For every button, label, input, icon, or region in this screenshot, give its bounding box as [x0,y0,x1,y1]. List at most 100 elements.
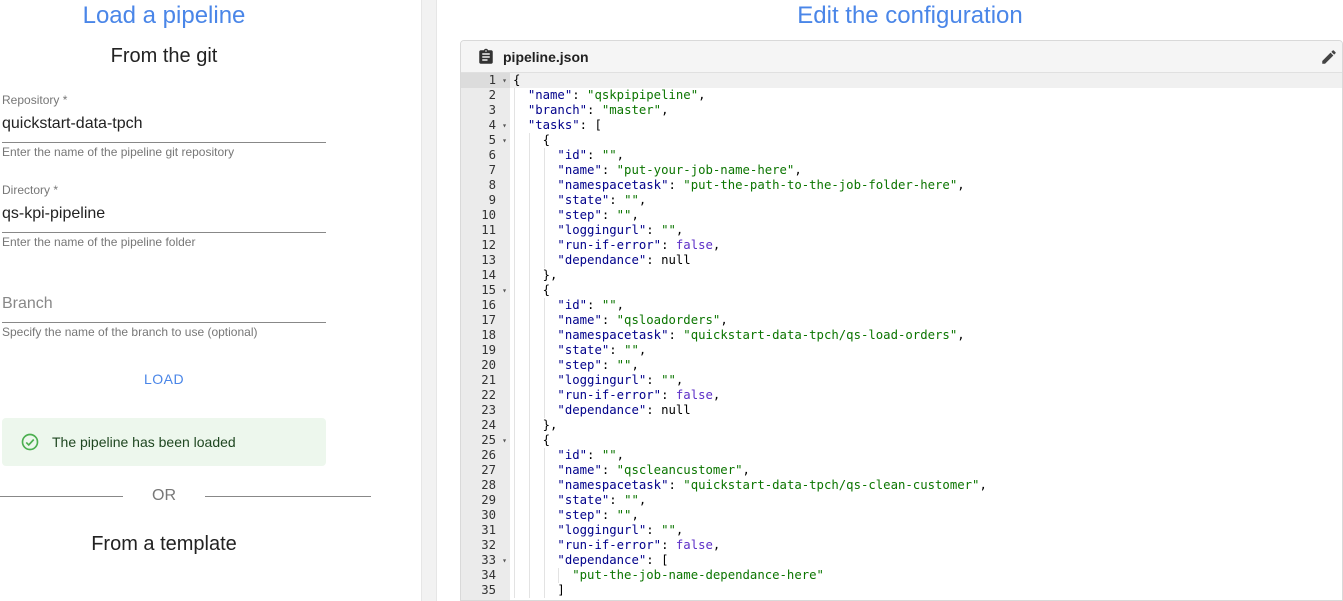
code-line: "loggingurl": "", [557,373,684,387]
code-line: "tasks": [ [527,118,602,132]
indent-guide [543,448,545,598]
line-number: 33 ▾ [481,553,507,568]
directory-input[interactable]: qs-kpi-pipeline [2,205,326,233]
code-line: }, [542,268,558,282]
line-number: 26 [481,448,496,462]
code-line: { [542,133,551,147]
line-number: 24 [481,418,496,432]
fold-toggle-icon[interactable]: ▾ [502,133,507,148]
code-line: "run-if-error": false, [557,238,721,252]
code-line: "id": "", [557,148,625,162]
line-number: 16 [481,298,496,312]
fold-toggle-icon[interactable]: ▾ [502,73,507,88]
repository-label: Repository * [2,93,68,107]
code-line: "name": "qscleancustomer", [557,463,750,477]
clipboard-icon [479,48,493,64]
line-number: 34 [481,568,496,582]
line-number: 9 [488,193,496,207]
code-line: "step": "", [557,358,639,372]
code-line: { [510,73,1342,88]
from-git-title: From the git [110,45,218,67]
code-line: "dependance": null [557,253,691,267]
code-line: "namespacetask": "put-the-path-to-the-jo… [557,178,965,192]
branch-input[interactable]: Branch [2,295,326,323]
line-number: 21 [481,373,496,387]
line-number: 27 [481,463,496,477]
edit-pencil-icon[interactable] [1320,48,1338,66]
directory-helper: Enter the name of the pipeline folder [2,235,196,249]
json-editor: pipeline.json 1 ▾ 2 3 4 ▾ 5 ▾ 6 7 8 9 10 11 12 13 14 15 ▾ 1… [460,40,1343,601]
code-line: "id": "", [557,448,625,462]
directory-label: Directory * [2,183,59,197]
code-line: "name": "put-your-job-name-here", [557,163,802,177]
code-line: ] [557,583,565,597]
indent-guide [514,88,515,598]
line-number: 20 [481,358,496,372]
line-number: 3 [488,103,496,117]
line-number: 31 [481,523,496,537]
fold-toggle-icon[interactable]: ▾ [502,118,507,133]
line-number: 35 [481,583,496,597]
indent-guide [558,568,560,583]
panel-splitter[interactable] [421,0,437,601]
line-number-gutter: 1 ▾ 2 3 4 ▾ 5 ▾ 6 7 8 9 10 11 12 13 14 15 ▾ 16 17 18 19 20 21 22 2… [461,73,510,600]
line-number: 17 [481,313,496,327]
line-number: 19 [481,343,496,357]
indent-guide [528,133,530,598]
indent-guide [543,148,545,268]
code-line: { [542,283,551,297]
code-line: "namespacetask": "quickstart-data-tpch/q… [557,478,987,492]
success-alert: The pipeline has been loaded [2,418,326,466]
divider-right [205,496,371,497]
load-pipeline-panel: Load a pipeline From the git Repository … [0,0,400,601]
line-number: 29 [481,493,496,507]
edit-config-title: Edit the configuration [797,2,1023,29]
editor-header: pipeline.json [461,41,1342,73]
fold-toggle-icon[interactable]: ▾ [502,433,507,448]
code-line: "put-the-job-name-dependance-here" [572,568,824,582]
code-line: "loggingurl": "", [557,223,684,237]
line-number: 32 [481,538,496,552]
code-line: "run-if-error": false, [557,538,721,552]
code-line: "branch": "master", [527,103,669,117]
line-number: 23 [481,403,496,417]
load-pipeline-title: Load a pipeline [82,2,246,29]
line-number: 7 [488,163,496,177]
code-line: { [542,433,551,447]
code-line: "state": "", [557,493,647,507]
indent-guide [543,298,545,418]
line-number: 25 ▾ [481,433,507,448]
line-number: 30 [481,508,496,522]
code-line: "run-if-error": false, [557,388,721,402]
code-line: "dependance": null [557,403,691,417]
fold-toggle-icon[interactable]: ▾ [502,283,507,298]
fold-toggle-icon[interactable]: ▾ [502,553,507,568]
code-line: "name": "qskpipipeline", [527,88,706,102]
code-line: "state": "", [557,193,647,207]
line-number: 5 ▾ [488,133,507,148]
line-number: 10 [481,208,496,222]
code-line: "id": "", [557,298,625,312]
code-area[interactable]: 1 ▾ 2 3 4 ▾ 5 ▾ 6 7 8 9 10 11 12 13 14 15 ▾ 16 17 18 19 20 21 22 2… [461,73,1342,600]
from-template-title: From a template [91,533,237,555]
line-number: 4 ▾ [488,118,507,133]
code-lines[interactable]: { "name": "qskpipipeline", "branch": "ma… [510,73,1342,600]
line-number: 12 [481,238,496,252]
repository-helper: Enter the name of the pipeline git repos… [2,145,235,159]
code-line: "loggingurl": "", [557,523,684,537]
check-circle-icon [21,433,39,451]
line-number: 11 [481,223,496,237]
line-number: 6 [488,148,496,162]
line-number: 8 [488,178,496,192]
load-button[interactable]: LOAD [120,371,208,391]
code-line: "dependance": [ [557,553,669,567]
line-number: 28 [481,478,496,492]
line-number: 1 ▾ [461,73,510,88]
repository-input[interactable]: quickstart-data-tpch [2,115,326,143]
code-line: }, [542,418,558,432]
code-line: "step": "", [557,208,639,222]
code-line: "step": "", [557,508,639,522]
line-number: 14 [481,268,496,282]
or-divider-label: OR [152,487,176,504]
line-number: 15 ▾ [481,283,507,298]
